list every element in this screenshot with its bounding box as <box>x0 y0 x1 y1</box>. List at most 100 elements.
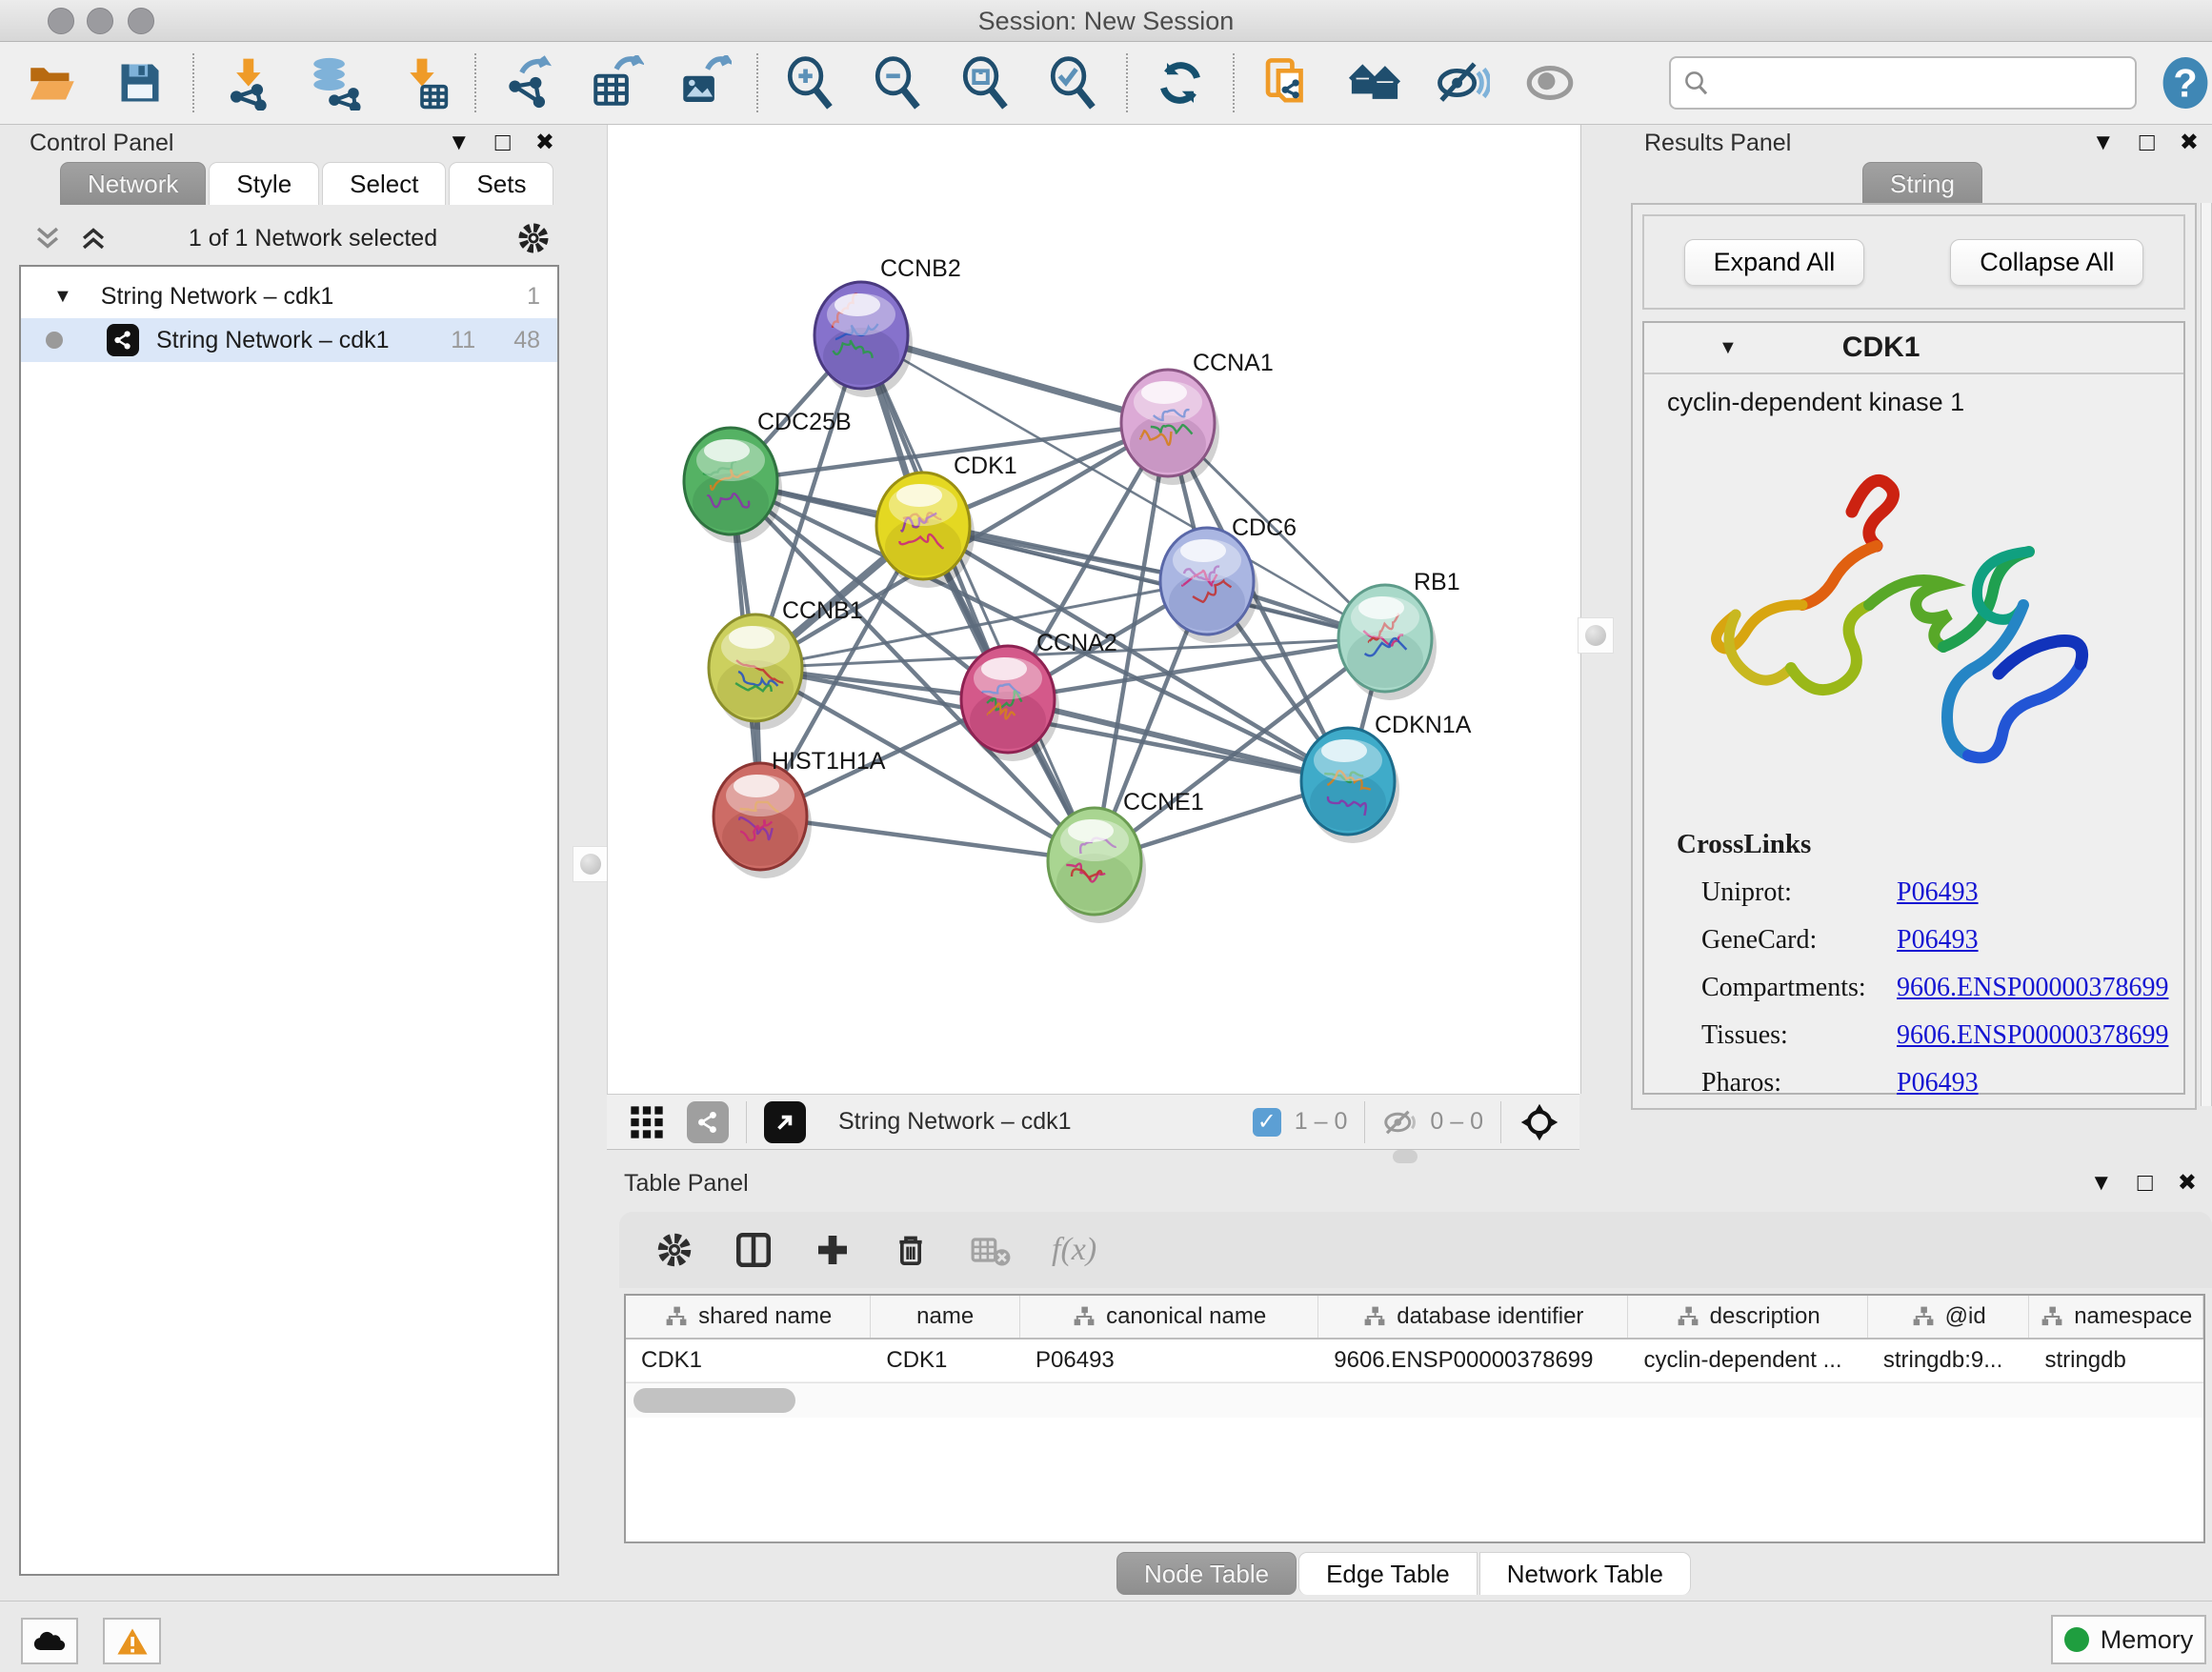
table-hscrollbar-thumb[interactable] <box>633 1388 795 1413</box>
column-header[interactable]: description <box>1628 1296 1867 1338</box>
tab-sets[interactable]: Sets <box>449 162 553 205</box>
zoom-fit-button[interactable] <box>958 55 1014 111</box>
table-cell[interactable]: P06493 <box>1020 1340 1318 1381</box>
table-row[interactable]: CDK1CDK1P064939606.ENSP00000378699cyclin… <box>626 1340 2203 1382</box>
tab-node-table[interactable]: Node Table <box>1116 1552 1297 1595</box>
edge-CCNB2-CCNE1[interactable] <box>861 335 1095 861</box>
function-builder-icon[interactable]: f(x) <box>1052 1232 1096 1268</box>
add-column-plus-icon[interactable] <box>814 1231 852 1269</box>
table-cell[interactable]: CDK1 <box>871 1340 1020 1381</box>
float-panel-icon[interactable]: □ <box>2138 1170 2153 1196</box>
hide-selected-button[interactable] <box>1435 55 1490 111</box>
panel-menu-icon[interactable]: ▼ <box>2092 131 2115 154</box>
tab-network[interactable]: Network <box>60 162 206 205</box>
table-cell[interactable]: 9606.ENSP00000378699 <box>1318 1340 1628 1381</box>
left-splitter-handle[interactable] <box>573 846 609 882</box>
tab-style[interactable]: Style <box>209 162 319 205</box>
node-HIST1H1A[interactable]: HIST1H1A <box>714 748 886 878</box>
table-hscrollbar[interactable] <box>626 1382 2203 1418</box>
network-share-chip-icon[interactable] <box>687 1101 729 1143</box>
collection-expander-icon[interactable]: ▼ <box>53 286 72 308</box>
uniprot-link[interactable]: P06493 <box>1897 877 1979 908</box>
float-panel-icon[interactable]: □ <box>495 130 511 155</box>
show-columns-icon[interactable] <box>734 1230 774 1270</box>
network-snapshot-button[interactable] <box>1259 55 1315 111</box>
network-collection-row[interactable]: ▼ String Network – cdk1 1 <box>21 274 557 318</box>
column-header[interactable]: namespace <box>2029 1296 2203 1338</box>
gene-expander-icon[interactable]: ▼ <box>1719 337 1738 359</box>
genecard-link[interactable]: P06493 <box>1897 925 1979 956</box>
node-CCNA1[interactable]: CCNA1 <box>1121 350 1274 485</box>
collapse-all-button[interactable]: Collapse All <box>1950 239 2143 286</box>
close-panel-icon[interactable]: ✖ <box>2180 131 2199 154</box>
import-network-file-button[interactable] <box>219 55 274 111</box>
column-header[interactable]: canonical name <box>1020 1296 1318 1338</box>
right-splitter-handle[interactable] <box>1578 617 1614 654</box>
column-header[interactable]: name <box>871 1296 1020 1338</box>
export-image-button[interactable] <box>676 55 732 111</box>
network-options-gear-icon[interactable] <box>516 221 551 255</box>
tab-network-table[interactable]: Network Table <box>1479 1552 1691 1595</box>
horizontal-splitter-handle[interactable] <box>1393 1150 1418 1163</box>
delete-column-trash-icon[interactable] <box>892 1231 930 1269</box>
search-input[interactable] <box>1719 68 2122 99</box>
pharos-link[interactable]: P06493 <box>1897 1068 1979 1098</box>
open-in-window-icon[interactable] <box>764 1101 806 1143</box>
node-RB1[interactable]: RB1 <box>1338 569 1460 700</box>
zoom-selected-button[interactable] <box>1046 55 1101 111</box>
table-cell[interactable]: stringdb <box>2029 1340 2203 1381</box>
column-header[interactable]: database identifier <box>1318 1296 1628 1338</box>
results-scrollbar[interactable] <box>2201 203 2212 1106</box>
expand-all-button[interactable]: Expand All <box>1684 239 1865 286</box>
table-cell[interactable]: CDK1 <box>626 1340 871 1381</box>
cloud-status-button[interactable] <box>21 1618 78 1664</box>
export-network-button[interactable] <box>501 55 556 111</box>
tab-string[interactable]: String <box>1862 162 1982 205</box>
tab-edge-table[interactable]: Edge Table <box>1298 1552 1478 1595</box>
selected-checkbox-icon[interactable]: ✓ <box>1253 1108 1281 1137</box>
help-button[interactable]: ? <box>2160 55 2212 111</box>
tab-select[interactable]: Select <box>322 162 446 205</box>
network-row-selected[interactable]: String Network – cdk1 11 48 <box>21 318 557 362</box>
compartments-link[interactable]: 9606.ENSP00000378699 <box>1897 973 2168 1003</box>
node-CDC25B[interactable]: CDC25B <box>684 409 852 543</box>
results-panel-title: Results Panel <box>1644 130 1791 157</box>
zoom-in-button[interactable] <box>783 55 838 111</box>
open-session-button[interactable] <box>25 55 80 111</box>
birdseye-grid-icon[interactable] <box>628 1103 666 1141</box>
gene-header-row[interactable]: ▼ CDK1 <box>1644 323 2183 374</box>
column-header[interactable]: @id <box>1868 1296 2030 1338</box>
zoom-out-icon <box>871 55 926 111</box>
float-panel-icon[interactable]: □ <box>2140 130 2155 155</box>
string-network-graph[interactable]: CCNB2CCNA1CDC25BCDK1CDC6RB1CCNB1CCNA2CDK… <box>608 125 1580 1094</box>
zoom-out-button[interactable] <box>871 55 926 111</box>
expand-all-networks-icon[interactable] <box>31 224 64 252</box>
first-neighbors-button[interactable] <box>1347 55 1402 111</box>
import-table-file-button[interactable] <box>394 55 450 111</box>
table-cell[interactable]: stringdb:9... <box>1868 1340 2030 1381</box>
import-network-database-button[interactable] <box>307 55 362 111</box>
table-options-gear-icon[interactable] <box>655 1231 694 1269</box>
column-header[interactable]: shared name <box>626 1296 871 1338</box>
delete-table-icon[interactable] <box>970 1231 1012 1269</box>
tissues-link[interactable]: 9606.ENSP00000378699 <box>1897 1020 2168 1051</box>
table-cell[interactable]: cyclin-dependent ... <box>1628 1340 1867 1381</box>
node-CDC6[interactable]: CDC6 <box>1160 514 1297 643</box>
panel-menu-icon[interactable]: ▼ <box>2090 1172 2113 1195</box>
node-CCNB2[interactable]: CCNB2 <box>814 255 961 397</box>
network-edge-count: 48 <box>513 327 540 354</box>
close-panel-icon[interactable]: ✖ <box>535 131 554 154</box>
fit-content-crosshair-icon[interactable] <box>1518 1101 1560 1143</box>
collapse-all-networks-icon[interactable] <box>77 224 110 252</box>
network-canvas[interactable]: CCNB2CCNA1CDC25BCDK1CDC6RB1CCNB1CCNA2CDK… <box>607 125 1581 1094</box>
memory-button[interactable]: Memory <box>2051 1615 2206 1664</box>
export-table-button[interactable] <box>589 55 644 111</box>
panel-menu-icon[interactable]: ▼ <box>448 131 471 154</box>
results-buttons-box: Expand All Collapse All <box>1642 214 2185 310</box>
show-all-button[interactable] <box>1522 55 1578 111</box>
node-CDKN1A[interactable]: CDKN1A <box>1301 712 1472 843</box>
save-session-button[interactable] <box>112 55 168 111</box>
close-panel-icon[interactable]: ✖ <box>2178 1172 2197 1195</box>
warning-status-button[interactable] <box>103 1618 161 1664</box>
apply-layout-button[interactable] <box>1153 55 1208 111</box>
